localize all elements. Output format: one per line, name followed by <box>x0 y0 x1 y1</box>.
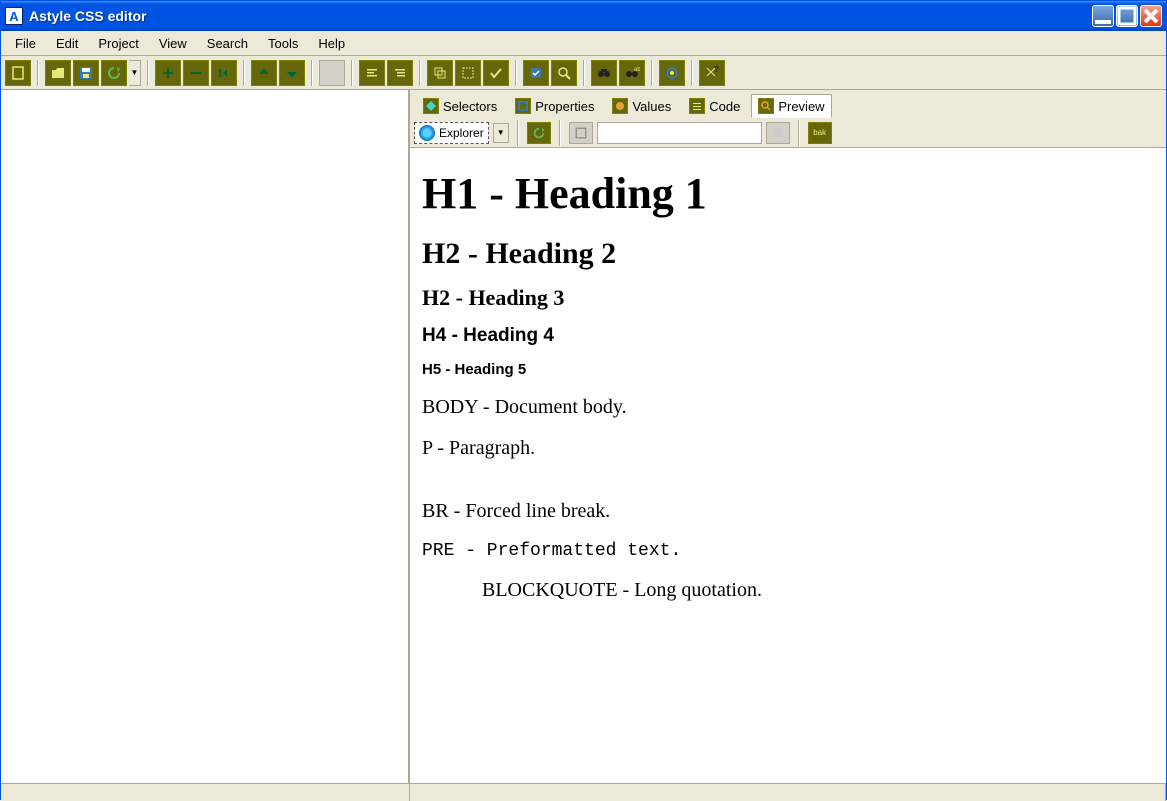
tab-label: Preview <box>778 99 824 114</box>
maximize-button[interactable] <box>1116 5 1138 27</box>
titlebar: A Astyle CSS editor <box>1 1 1166 31</box>
settings-button[interactable] <box>659 60 685 86</box>
menu-help[interactable]: Help <box>308 33 355 54</box>
clone-button[interactable] <box>427 60 453 86</box>
preview-blockquote-line: BLOCKQUOTE - Long quotation. <box>482 579 1154 602</box>
circle-icon <box>612 98 628 114</box>
select-button[interactable] <box>455 60 481 86</box>
menu-project[interactable]: Project <box>88 33 148 54</box>
preview-pre-line: PRE - Preformatted text. <box>422 541 1154 561</box>
add-button[interactable] <box>155 60 181 86</box>
menu-file[interactable]: File <box>5 33 46 54</box>
reload-preview-button[interactable] <box>527 122 551 144</box>
preview-area[interactable]: H1 - Heading 1 H2 - Heading 2 H2 - Headi… <box>410 148 1166 783</box>
preview-h5: H5 - Heading 5 <box>422 361 1154 378</box>
menu-tools[interactable]: Tools <box>258 33 308 54</box>
tabs-bar: Selectors Properties Values Code Preview <box>410 90 1166 118</box>
browser-select[interactable]: Explorer <box>414 122 489 144</box>
align-button-2[interactable] <box>387 60 413 86</box>
tab-selectors[interactable]: Selectors <box>416 94 504 118</box>
square-icon <box>515 98 531 114</box>
statusbar <box>1 783 1166 801</box>
toolbar-separator <box>147 60 149 86</box>
menu-search[interactable]: Search <box>197 33 258 54</box>
tab-label: Code <box>709 99 740 114</box>
binoculars-button[interactable] <box>591 60 617 86</box>
tab-properties[interactable]: Properties <box>508 94 601 118</box>
toolbar-separator <box>311 60 313 86</box>
help-button[interactable]: ? <box>699 60 725 86</box>
url-input[interactable] <box>597 122 762 144</box>
preview-h1: H1 - Heading 1 <box>422 168 1154 219</box>
menubar: File Edit Project View Search Tools Help <box>1 31 1166 56</box>
move-up-button[interactable] <box>251 60 277 86</box>
tab-code[interactable]: Code <box>682 94 747 118</box>
tab-label: Values <box>632 99 671 114</box>
magnifier-icon <box>758 98 774 114</box>
browser-name: Explorer <box>439 126 484 140</box>
toolbar-separator <box>419 60 421 86</box>
app-icon: A <box>5 7 23 25</box>
disabled-button <box>319 60 345 86</box>
refresh-dropdown[interactable]: ▼ <box>129 60 141 86</box>
toolbar-separator <box>515 60 517 86</box>
bak-button[interactable]: bak <box>808 122 832 144</box>
indent-button[interactable] <box>211 60 237 86</box>
toolbar-separator <box>37 60 39 86</box>
new-file-button[interactable] <box>5 60 31 86</box>
preview-h3: H2 - Heading 3 <box>422 285 1154 311</box>
preview-h2: H2 - Heading 2 <box>422 237 1154 271</box>
toolbar-separator <box>517 120 519 146</box>
status-cell <box>1 784 410 801</box>
validate-button[interactable] <box>523 60 549 86</box>
window-title: Astyle CSS editor <box>29 8 1092 24</box>
svg-text:?: ? <box>714 65 719 74</box>
minimize-button[interactable] <box>1092 5 1114 27</box>
go-button[interactable] <box>766 122 790 144</box>
tab-label: Properties <box>535 99 594 114</box>
refresh-button[interactable] <box>101 60 127 86</box>
home-button[interactable] <box>569 122 593 144</box>
binoculars-replace-button[interactable]: ab <box>619 60 645 86</box>
browser-dropdown[interactable]: ▼ <box>493 123 509 143</box>
preview-br-line: BR - Forced line break. <box>422 500 1154 523</box>
close-button[interactable] <box>1140 5 1162 27</box>
menu-view[interactable]: View <box>149 33 197 54</box>
tab-values[interactable]: Values <box>605 94 678 118</box>
preview-h4: H4 - Heading 4 <box>422 325 1154 347</box>
move-down-button[interactable] <box>279 60 305 86</box>
toolbar: ▼ ab ? <box>1 56 1166 90</box>
status-cell <box>410 784 1166 801</box>
preview-body-line: BODY - Document body. <box>422 396 1154 419</box>
find-button[interactable] <box>551 60 577 86</box>
diamond-icon <box>423 98 439 114</box>
preview-p-line: P - Paragraph. <box>422 437 1154 460</box>
toolbar-separator <box>651 60 653 86</box>
menu-edit[interactable]: Edit <box>46 33 88 54</box>
lines-icon <box>689 98 705 114</box>
open-button[interactable] <box>45 60 71 86</box>
browser-bar: Explorer ▼ bak <box>410 118 1166 148</box>
internet-explorer-icon <box>419 125 435 141</box>
save-button[interactable] <box>73 60 99 86</box>
toolbar-separator <box>691 60 693 86</box>
toolbar-separator <box>798 120 800 146</box>
tab-preview[interactable]: Preview <box>751 94 831 118</box>
remove-button[interactable] <box>183 60 209 86</box>
align-button-1[interactable] <box>359 60 385 86</box>
tab-label: Selectors <box>443 99 497 114</box>
toolbar-separator <box>583 60 585 86</box>
toolbar-separator <box>243 60 245 86</box>
left-panel <box>1 90 410 783</box>
check-button[interactable] <box>483 60 509 86</box>
toolbar-separator <box>559 120 561 146</box>
toolbar-separator <box>351 60 353 86</box>
svg-text:ab: ab <box>634 67 640 73</box>
